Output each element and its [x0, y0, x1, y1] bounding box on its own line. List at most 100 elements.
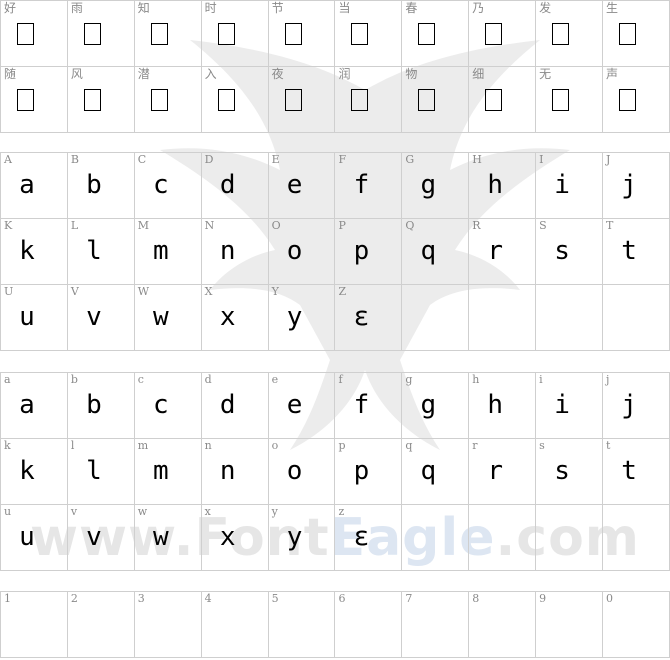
glyph-sample: v [86, 522, 102, 552]
missing-glyph-box-icon [217, 89, 235, 111]
glyph-sample: e [286, 390, 303, 420]
glyph-cell: qq [401, 438, 470, 505]
glyph-sample: i [554, 170, 570, 200]
glyph-cell: Aa [0, 152, 68, 219]
lowercase-grid: aabbccddeeffgghhiijjkkllmmnnooppqqrrsstt… [0, 372, 670, 571]
missing-glyph-box-icon [17, 23, 34, 45]
glyph-cell: nn [200, 438, 269, 505]
glyph-sample: ε [353, 302, 370, 332]
cell-label: 9 [539, 592, 547, 605]
glyph-cell: 随 [0, 66, 68, 133]
glyph-cell: 7 [401, 591, 470, 658]
cell-label: 入 [204, 67, 217, 81]
missing-glyph-box-icon [83, 89, 101, 111]
glyph-cell: cc [133, 372, 202, 439]
glyph-cell [468, 504, 537, 571]
cell-label: 好 [4, 1, 17, 15]
table-row: 好雨知时节当春乃发生 [0, 0, 670, 67]
cell-label: 物 [405, 67, 418, 81]
glyph-sample: k [19, 236, 35, 266]
glyph-cell: 声 [602, 66, 670, 133]
glyph-cell: ll [66, 438, 135, 505]
glyph-sample: g [420, 390, 437, 420]
glyph-sample: w [152, 522, 169, 552]
missing-glyph-box-icon [351, 89, 369, 111]
glyph-sample: o [286, 236, 303, 266]
glyph-cell: 2 [66, 591, 135, 658]
table-row: uuvvwwxxyyzε [0, 504, 670, 571]
glyph-cell: hh [468, 372, 537, 439]
glyph-sample: c [152, 390, 169, 420]
glyph-sample: q [420, 456, 437, 486]
missing-glyph-box-icon [485, 23, 503, 45]
glyph-sample: f [353, 170, 370, 200]
cell-label: 乃 [472, 1, 485, 15]
glyph-cell [401, 504, 470, 571]
glyph-cell: 节 [267, 0, 336, 67]
glyph-sample: o [286, 456, 303, 486]
cell-label: 潜 [137, 67, 150, 81]
cell-label: 4 [204, 592, 212, 605]
cell-label: 雨 [70, 1, 83, 15]
glyph-cell: jj [602, 372, 670, 439]
glyph-cell: Ss [535, 218, 604, 285]
glyph-cell: oo [267, 438, 336, 505]
glyph-cell: Nn [200, 218, 269, 285]
glyph-cell: Gg [401, 152, 470, 219]
glyph-cell [401, 284, 470, 351]
glyph-sample: v [86, 302, 102, 332]
missing-glyph-box-icon [418, 89, 436, 111]
glyph-cell: 1 [0, 591, 68, 658]
table-row: 1 2 3 4 5 6 7 8 9 0 [0, 591, 670, 658]
cell-label: 生 [606, 1, 619, 15]
glyph-cell: 3 [133, 591, 202, 658]
glyph-sample: n [219, 236, 236, 266]
cell-label: 6 [338, 592, 346, 605]
cell-label: 5 [271, 592, 279, 605]
glyph-sample: l [86, 236, 102, 266]
missing-glyph-box-icon [552, 23, 570, 45]
glyph-cell: Ff [334, 152, 403, 219]
glyph-sample: s [554, 456, 570, 486]
glyph-cell: mm [133, 438, 202, 505]
glyph-cell: 细 [468, 66, 537, 133]
glyph-cell: 春 [401, 0, 470, 67]
glyph-cell: Dd [200, 152, 269, 219]
glyph-cell: dd [200, 372, 269, 439]
cell-label: 时 [204, 1, 217, 15]
glyph-cell: 发 [535, 0, 604, 67]
missing-glyph-box-icon [150, 23, 168, 45]
glyph-cell: 物 [401, 66, 470, 133]
table-row: AaBbCcDdEeFfGgHhIiJj [0, 152, 670, 219]
glyph-cell: tt [602, 438, 670, 505]
glyph-sample: i [554, 390, 570, 420]
cell-label: 夜 [271, 67, 284, 81]
missing-glyph-box-icon [284, 23, 302, 45]
glyph-sample: p [353, 456, 370, 486]
glyph-cell: ww [133, 504, 202, 571]
cell-label: 1 [4, 592, 11, 605]
glyph-cell: 5 [267, 591, 336, 658]
glyph-sample: j [621, 390, 637, 420]
cell-label: 知 [137, 1, 150, 15]
missing-glyph-box-icon [619, 23, 637, 45]
glyph-cell: 入 [200, 66, 269, 133]
cell-label: 7 [405, 592, 413, 605]
missing-glyph-box-icon [17, 89, 34, 111]
glyph-cell [602, 284, 670, 351]
cell-label: 无 [539, 67, 552, 81]
glyph-cell: Yy [267, 284, 336, 351]
glyph-cell: 风 [66, 66, 135, 133]
glyph-cell: yy [267, 504, 336, 571]
glyph-sample: t [621, 456, 637, 486]
glyph-cell: vv [66, 504, 135, 571]
glyph-sample: g [420, 170, 437, 200]
glyph-cell: 6 [334, 591, 403, 658]
glyph-sample: u [19, 522, 35, 552]
cell-label: 随 [4, 67, 17, 81]
glyph-cell: rr [468, 438, 537, 505]
glyph-cell [468, 284, 537, 351]
glyph-cell: bb [66, 372, 135, 439]
glyph-sample: h [487, 170, 504, 200]
glyph-cell: 生 [602, 0, 670, 67]
